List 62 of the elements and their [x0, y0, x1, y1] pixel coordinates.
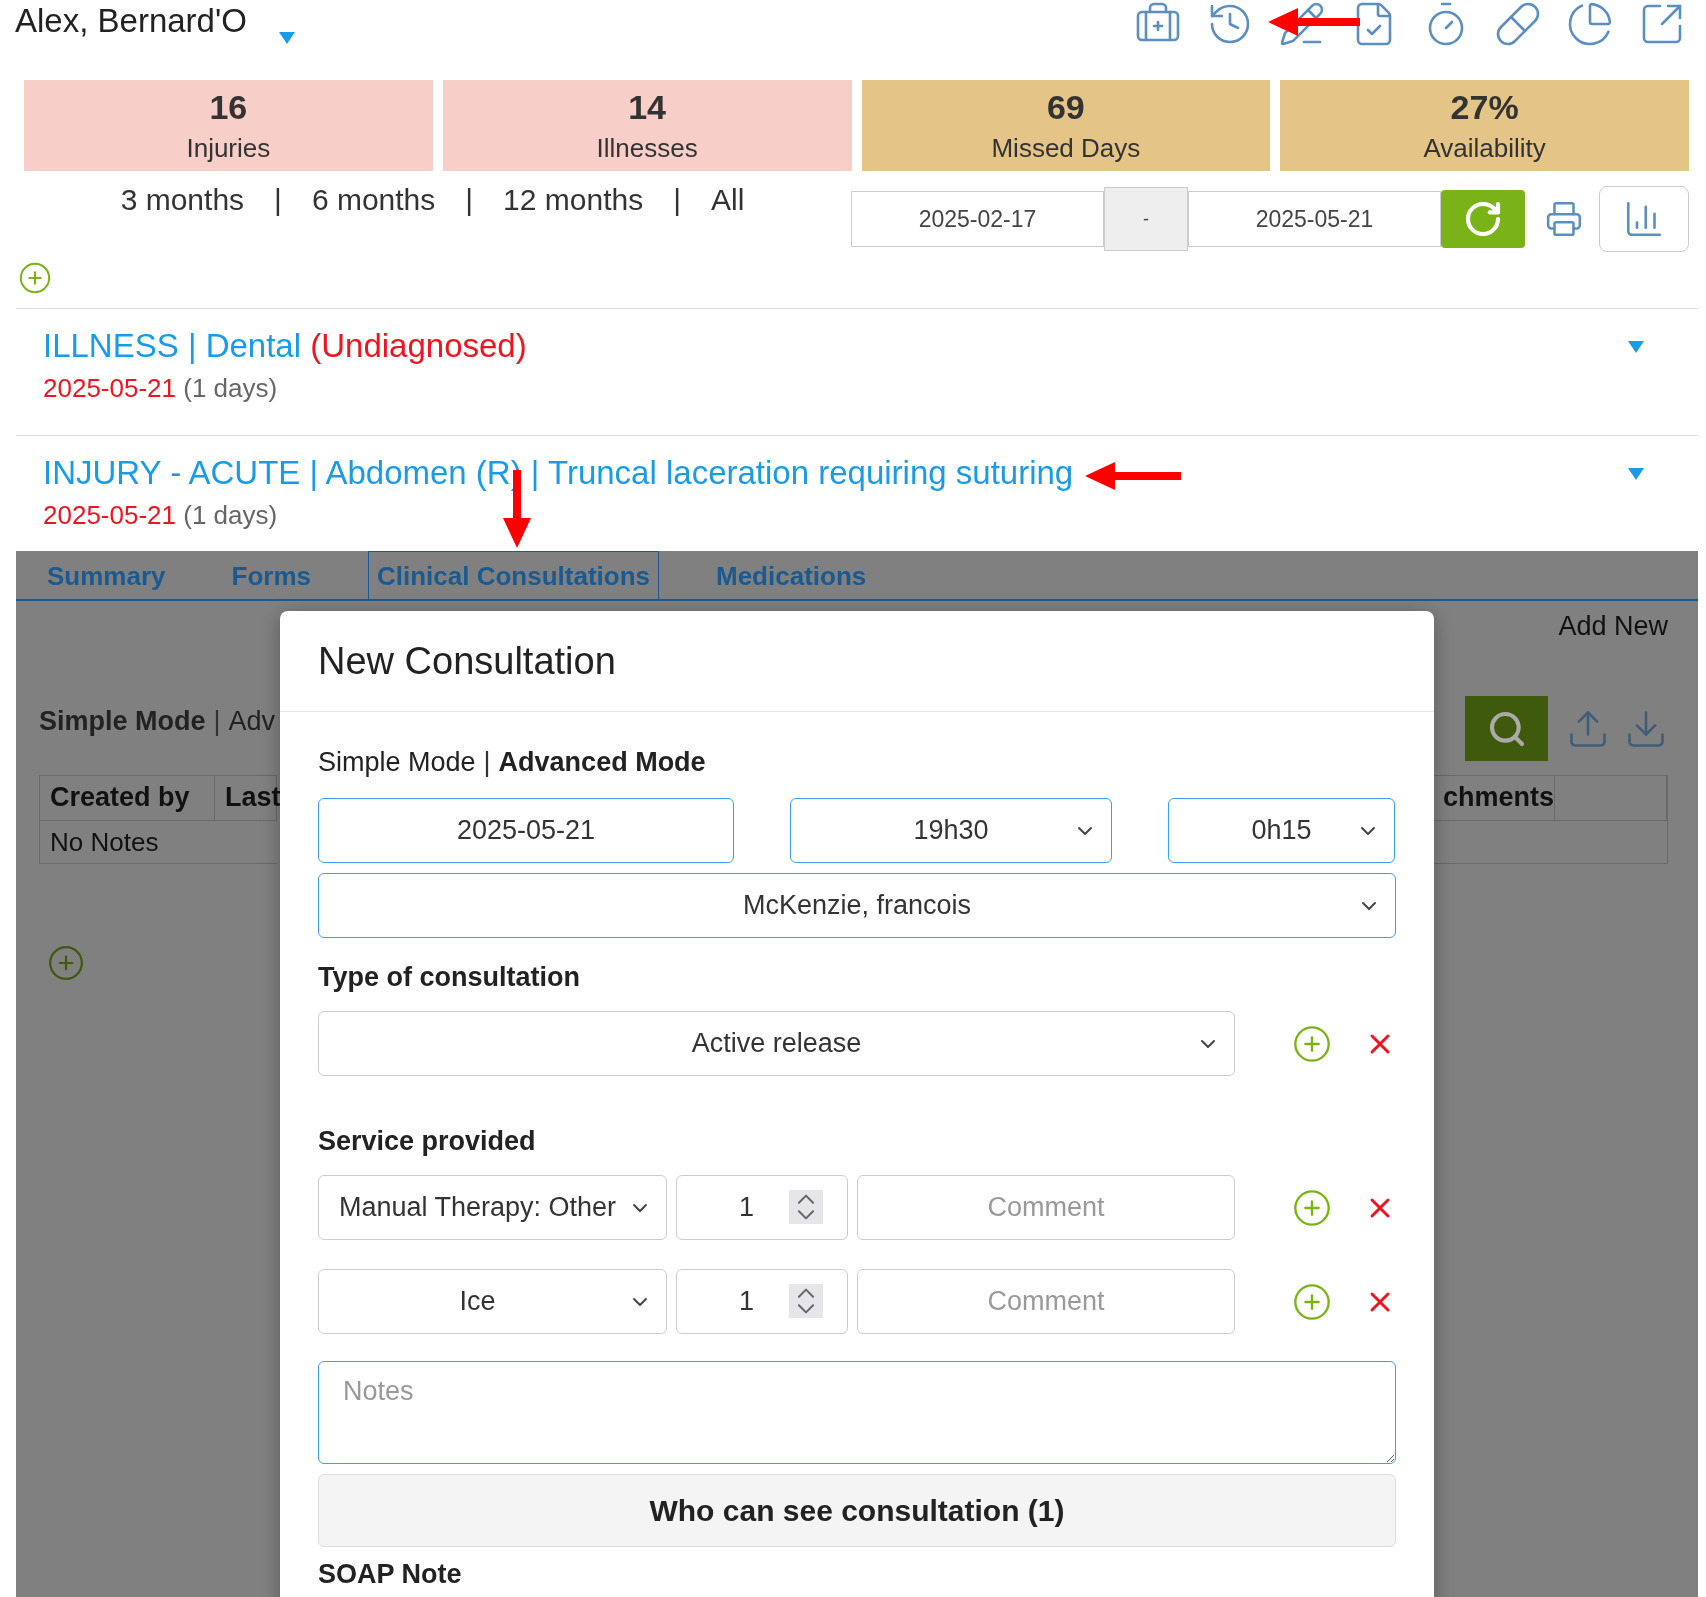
mode-link[interactable]: Advanced Mode [498, 747, 706, 778]
date-field[interactable]: 2025-05-21 [318, 798, 734, 863]
time-select[interactable]: 19h30 [790, 798, 1112, 863]
range-separator: - [1104, 187, 1188, 251]
stat-label: Illnesses [596, 132, 698, 164]
mode-link[interactable]: Simple Mode [39, 706, 206, 737]
search-button[interactable] [1465, 696, 1548, 761]
stat-value: 69 [1046, 87, 1085, 127]
separator: | [673, 183, 681, 217]
caret-icon[interactable] [1628, 468, 1644, 480]
mode-link[interactable]: Simple Mode [318, 747, 476, 778]
separator: | [465, 183, 474, 217]
record-title[interactable]: ILLNESS | Dental (Undiagnosed) [43, 327, 1671, 365]
clinician-select[interactable]: McKenzie, francois [318, 873, 1396, 938]
period-link[interactable]: 3 months [120, 183, 245, 217]
section-title: SOAP Note [318, 1559, 463, 1590]
refresh-button[interactable] [1441, 190, 1525, 248]
service-select[interactable]: Manual Therapy: Other [318, 1175, 667, 1240]
stat-label: Availability [1423, 132, 1546, 164]
record-date: 2025-05-21 (1 days) [43, 373, 279, 404]
service-select[interactable]: Ice [318, 1269, 667, 1334]
stat-value: 14 [628, 87, 667, 127]
separator: | [483, 747, 491, 778]
pie-chart-icon[interactable] [1566, 0, 1614, 48]
stat-value: 16 [209, 87, 248, 127]
field-label: Type of consultation [318, 962, 581, 993]
separator: | [274, 183, 282, 217]
end-date-field[interactable]: 2025-05-21 [1188, 191, 1441, 247]
separator: | [213, 706, 221, 737]
caret-icon[interactable] [278, 32, 295, 44]
caret-icon[interactable] [1628, 341, 1644, 353]
duration-select[interactable]: 0h15 [1168, 798, 1395, 863]
column-header: Created by [40, 776, 215, 821]
comment-field[interactable]: Comment [857, 1175, 1235, 1240]
field-label: Service provided [318, 1126, 537, 1157]
empty-message: No Notes [49, 826, 160, 859]
stat-value: 27% [1450, 87, 1519, 127]
notes-field[interactable]: Notes [318, 1361, 1396, 1464]
mode-link[interactable]: Adv [228, 706, 276, 737]
comment-field[interactable]: Comment [857, 1269, 1235, 1334]
consultation-type-select[interactable]: Active release [318, 1011, 1235, 1076]
period-link[interactable]: 12 months [503, 183, 644, 217]
pill-icon[interactable] [1494, 0, 1542, 48]
add-icon[interactable] [1292, 1187, 1332, 1228]
quantity-field[interactable]: 1 [676, 1269, 848, 1334]
dialog-title: New Consultation [318, 639, 616, 683]
stat-label: Injuries [186, 132, 271, 164]
period-link[interactable]: 6 months [311, 183, 436, 217]
add-icon[interactable] [1292, 1023, 1332, 1064]
chart-button[interactable] [1599, 186, 1689, 252]
refresh-icon [1463, 199, 1503, 239]
add-icon[interactable] [18, 261, 52, 295]
stat-label: Missed Days [991, 132, 1141, 164]
add-icon[interactable] [1292, 1281, 1332, 1322]
printer-icon [1545, 200, 1583, 238]
visibility-button[interactable]: Who can see consultation (1) [318, 1474, 1396, 1547]
period-link[interactable]: All [710, 183, 745, 217]
add-icon[interactable] [47, 944, 85, 982]
quantity-field[interactable]: 1 [676, 1175, 848, 1240]
record-date: 2025-05-21 (1 days) [43, 500, 279, 531]
patient-name: Alex, Bernard'O [15, 2, 247, 40]
start-date-field[interactable]: 2025-02-17 [851, 191, 1104, 247]
